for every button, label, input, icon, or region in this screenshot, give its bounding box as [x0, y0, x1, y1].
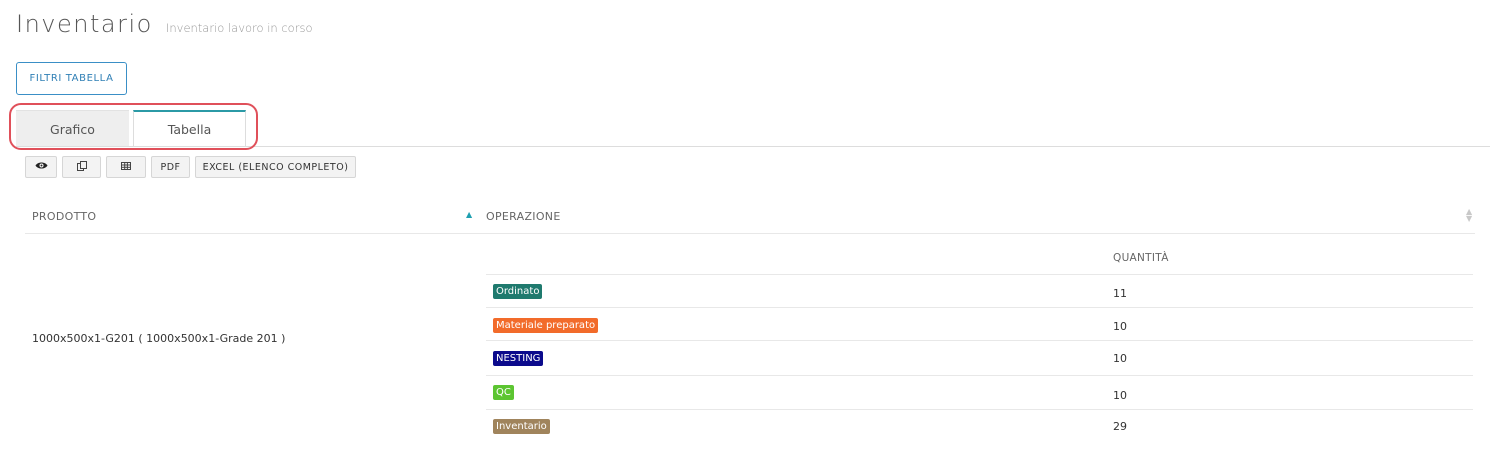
operation-badge-qc: QC — [493, 385, 514, 400]
product-cell: 1000x500x1-G201 ( 1000x500x1-Grade 201 ) — [32, 332, 286, 345]
row-divider — [486, 375, 1473, 376]
operation-badge-nesting: NESTING — [493, 351, 544, 366]
page-subtitle: Inventario lavoro in corso — [165, 21, 313, 35]
nested-header-divider — [486, 274, 1473, 275]
page-title-text: Inventario — [16, 10, 153, 38]
quantity-value: 10 — [1113, 389, 1127, 402]
eye-icon — [35, 161, 48, 173]
header-divider — [25, 233, 1475, 234]
tabs-divider — [16, 146, 1490, 147]
tab-tabella-label: Tabella — [167, 121, 212, 137]
quantity-value: 10 — [1113, 320, 1127, 333]
operation-badge-ordinato: Ordinato — [493, 284, 543, 299]
column-visibility-button[interactable] — [25, 156, 57, 178]
csv-button[interactable] — [106, 156, 146, 178]
quantity-value: 10 — [1113, 352, 1127, 365]
page-title: Inventario Inventario lavoro in corso — [16, 10, 312, 38]
column-header-prodotto[interactable]: PRODOTTO — [32, 210, 96, 223]
table-filters-button[interactable]: FILTRI TABELLA — [16, 62, 127, 95]
tab-tabella[interactable]: Tabella — [133, 110, 246, 147]
tab-grafico-label: Grafico — [50, 121, 95, 137]
quantity-value: 29 — [1113, 420, 1127, 433]
quantity-value: 11 — [1113, 287, 1127, 300]
copy-button[interactable] — [62, 156, 101, 178]
excel-full-list-button[interactable]: EXCEL (ELENCO COMPLETO) — [195, 156, 356, 178]
sort-ascending-icon[interactable]: ▲ — [466, 210, 472, 219]
sort-icon[interactable]: ▲ ▼ — [1466, 208, 1472, 223]
column-header-quantita: QUANTITÀ — [1113, 252, 1169, 264]
tab-grafico[interactable]: Grafico — [16, 110, 129, 147]
operation-badge-inventario: Inventario — [493, 419, 550, 434]
row-divider — [486, 409, 1473, 410]
row-divider — [486, 340, 1473, 341]
copy-icon — [76, 160, 87, 174]
pdf-button[interactable]: PDF — [151, 156, 190, 178]
operation-badge-materiale-preparato: Materiale preparato — [493, 318, 599, 333]
table-icon — [121, 161, 131, 173]
row-divider — [486, 307, 1473, 308]
column-header-operazione[interactable]: OPERAZIONE — [486, 210, 561, 223]
